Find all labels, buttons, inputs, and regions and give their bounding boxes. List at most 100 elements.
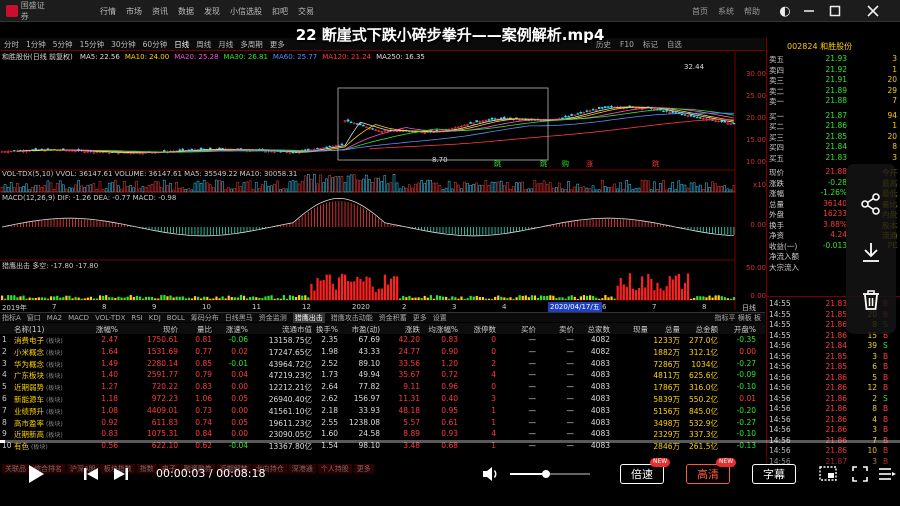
col-header-11[interactable]: 买价	[512, 324, 536, 335]
previous-icon[interactable]	[80, 462, 102, 486]
indicator-tab-8[interactable]: 筹码分布	[191, 313, 219, 323]
col-header-7[interactable]: 市盈(动)	[344, 324, 380, 335]
col-header-5[interactable]: 流通市值	[256, 324, 312, 335]
indicator-tab-3[interactable]: MACD	[68, 314, 89, 322]
candle-body	[349, 121, 353, 124]
delete-icon[interactable]	[859, 288, 883, 312]
share-icon[interactable]	[859, 192, 883, 216]
price-chart[interactable]: 32.44 8.70 跳 跳 购 涨 跳	[0, 52, 766, 312]
col-header-4[interactable]: 涨速%	[220, 324, 248, 335]
menu-item-4[interactable]: 发现	[204, 6, 220, 17]
download-icon[interactable]	[859, 240, 883, 264]
sector-name[interactable]: 华为概念 (板块)	[14, 359, 63, 370]
col-header-0[interactable]: 名称(11)	[14, 324, 44, 335]
sector-name[interactable]: 高市盈率 (板块)	[14, 418, 63, 429]
menu-right-item-1[interactable]: 系统	[718, 6, 734, 17]
sector-name[interactable]: 近期弱势 (板块)	[14, 382, 63, 393]
table-row[interactable]: 1 消费电子 (板块) 2.47 1750.61 0.81 -0.06 13158.75亿 2.…	[0, 335, 765, 347]
period-tab-0[interactable]: 分时	[4, 39, 19, 50]
menu-right-item-2[interactable]: 帮助	[744, 6, 760, 17]
table-row[interactable]: 8 高市盈率 (板块) 0.92 611.83 0.74 0.05 19611.23亿 2.55…	[0, 418, 765, 430]
close-icon[interactable]	[860, 0, 886, 22]
speed-button[interactable]: 倍速	[620, 464, 664, 484]
playlist-icon[interactable]	[876, 462, 898, 486]
period-tab-5[interactable]: 60分钟	[143, 39, 168, 50]
col-header-9[interactable]: 均涨幅%	[426, 324, 458, 335]
quality-button[interactable]: 高清	[686, 464, 730, 484]
period-tab-1[interactable]: 1分钟	[26, 39, 46, 50]
table-row[interactable]: 4 广东板块 (板块) 1.40 2591.77 0.79 0.04 47219.23亿 1.7…	[0, 370, 765, 382]
col-header-1[interactable]: 涨幅%	[90, 324, 118, 335]
indicator-tab-15[interactable]: 设置	[433, 313, 447, 323]
indicator-tab-9[interactable]: 日线黑马	[225, 313, 253, 323]
subtitle-button[interactable]: 字幕	[752, 464, 796, 484]
video-progress-bar[interactable]	[0, 440, 900, 443]
col-header-16[interactable]: 总金额	[682, 324, 719, 335]
menu-item-1[interactable]: 市场	[126, 6, 142, 17]
col-header-10[interactable]: 涨停数	[472, 324, 497, 335]
next-icon[interactable]	[110, 462, 132, 486]
indicator-bar	[454, 297, 457, 300]
sector-name[interactable]: 广东板块 (板块)	[14, 370, 63, 381]
sector-name[interactable]: 小米概念 (板块)	[14, 347, 63, 358]
indicator-bar	[359, 278, 362, 300]
col-header-17[interactable]: 开盘%	[728, 324, 756, 335]
indicator-bar	[536, 297, 540, 300]
col-header-6[interactable]: 换手%	[312, 324, 338, 335]
minimize-icon[interactable]	[796, 0, 822, 22]
table-row[interactable]: 2 小米概念 (板块) 1.64 1531.69 0.77 0.02 17247.65亿 1.9…	[0, 347, 765, 359]
col-header-13[interactable]: 总家数	[582, 324, 611, 335]
indicator-tab-14[interactable]: 更多	[413, 313, 427, 323]
menu-item-5[interactable]: 小信选股	[230, 6, 262, 17]
indicator-tab-2[interactable]: MA2	[47, 314, 62, 322]
sector-name[interactable]: 近期新高 (板块)	[14, 429, 63, 440]
fullscreen-icon[interactable]	[849, 462, 871, 486]
indicator-bar	[558, 297, 561, 300]
menu-item-2[interactable]: 资讯	[152, 6, 168, 17]
menu-item-3[interactable]: 数据	[178, 6, 194, 17]
table-row[interactable]: 3 华为概念 (板块) 1.49 2280.14 0.85 -0.01 43964.72亿 2.…	[0, 359, 765, 371]
indicator-tab-12[interactable]: 猎鹰攻击动能	[331, 313, 373, 323]
play-icon[interactable]	[24, 462, 48, 486]
indicator-bar	[405, 297, 408, 300]
period-tab-6[interactable]: 日线	[174, 39, 189, 50]
table-row[interactable]: 5 近期弱势 (板块) 1.27 720.22 0.83 0.00 12212.21亿 2.64…	[0, 382, 765, 394]
sector-name[interactable]: 业绩预升 (板块)	[14, 406, 63, 417]
sector-name[interactable]: 消费电子 (板块)	[14, 335, 63, 346]
volume-handle[interactable]	[542, 470, 550, 478]
indicator-tab-6[interactable]: KDJ	[149, 314, 161, 322]
cell-总家数: 4083	[590, 429, 610, 439]
skin-icon[interactable]: ◐	[772, 0, 798, 22]
menu-item-6[interactable]: 扣吧	[272, 6, 288, 17]
indicator-tab-5[interactable]: RSI	[131, 314, 142, 322]
col-header-8[interactable]: 涨跌	[392, 324, 420, 335]
table-row[interactable]: 6 新能源车 (板块) 1.18 972.23 1.06 0.05 26940.40亿 2.62…	[0, 394, 765, 406]
indicator-tab-0[interactable]: 指标A	[2, 313, 21, 323]
volume-bar	[429, 180, 432, 193]
indicator-bar	[43, 297, 47, 300]
indicator-tabs-right[interactable]: 指标平 横板 板	[715, 313, 765, 323]
col-header-15[interactable]: 总量	[644, 324, 680, 335]
volume-slider[interactable]	[510, 473, 590, 475]
indicator-tab-7[interactable]: BOLL	[167, 314, 185, 322]
volume-icon[interactable]	[480, 462, 502, 486]
maximize-icon[interactable]	[822, 0, 848, 22]
period-tab-4[interactable]: 30分钟	[111, 39, 136, 50]
indicator-bar	[141, 298, 145, 300]
sector-name[interactable]: 新能源车 (板块)	[14, 394, 63, 405]
indicator-tab-10[interactable]: 资金监测	[259, 313, 287, 323]
menu-right-item-0[interactable]: 首页	[692, 6, 708, 17]
period-tab-2[interactable]: 5分钟	[53, 39, 73, 50]
indicator-tab-1[interactable]: 窗口	[27, 313, 41, 323]
indicator-tab-13[interactable]: 资金积蓄	[379, 313, 407, 323]
col-header-2[interactable]: 现价	[140, 324, 178, 335]
col-header-12[interactable]: 卖价	[550, 324, 574, 335]
indicator-tab-4[interactable]: VOL-TDX	[95, 314, 125, 322]
col-header-3[interactable]: 量比	[188, 324, 212, 335]
menu-item-7[interactable]: 交易	[298, 6, 314, 17]
pip-icon[interactable]	[817, 462, 839, 486]
table-row[interactable]: 7 业绩预升 (板块) 1.08 4409.01 0.73 0.00 41561.10亿 2.1…	[0, 406, 765, 418]
menu-item-0[interactable]: 行情	[100, 6, 116, 17]
indicator-tab-11[interactable]: 猎鹰出击	[292, 312, 325, 323]
period-tab-3[interactable]: 15分钟	[80, 39, 105, 50]
